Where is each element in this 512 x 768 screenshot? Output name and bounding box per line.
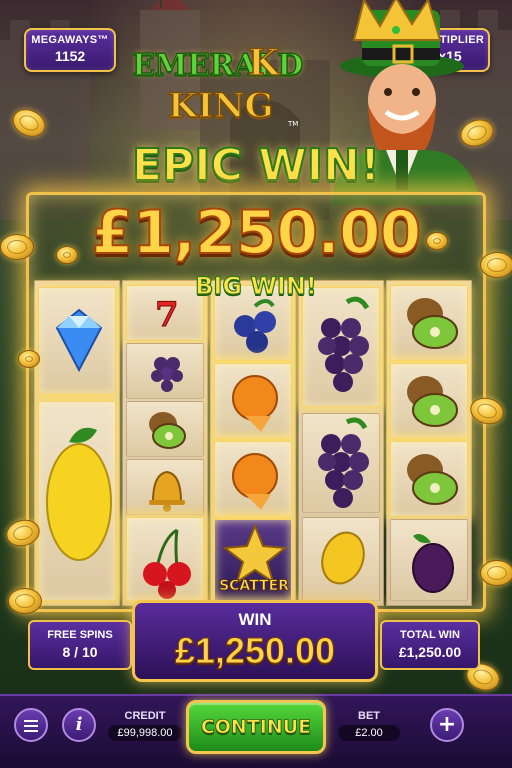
symbol-diamond: [38, 287, 116, 395]
logo-k: K: [247, 41, 280, 85]
menu-icon: [24, 720, 38, 722]
continue-button[interactable]: CONTINUE: [186, 700, 326, 754]
cherries-icon: [143, 528, 191, 599]
symbol-kiwi-2: [390, 363, 468, 439]
free-spins-panel: FREE SPINS 8 / 10: [28, 620, 132, 670]
symbol-cherries: [126, 517, 204, 601]
kiwi-icon: [407, 454, 458, 505]
total-win-panel: TOTAL WIN £1,250.00: [380, 620, 480, 670]
coin-icon: [480, 252, 512, 278]
credit-value: £99,998.00: [108, 725, 182, 741]
credit-label: CREDIT: [124, 710, 166, 722]
bell-icon: [149, 470, 185, 512]
star-icon: [222, 523, 288, 585]
megaways-label: MEGAWAYS™: [31, 34, 109, 46]
game-stage: MEGAWAYS™ 1152 MULTIPLIER x15 EMERALD K …: [0, 0, 512, 768]
lemon-slice-icon: [321, 531, 365, 585]
bet-display: BET £2.00: [338, 710, 400, 741]
grapes-icon: [151, 357, 183, 392]
win-panel: WIN £1,250.00: [132, 600, 378, 682]
grapes-icon: [318, 296, 370, 392]
epic-win-title: EPIC WIN!: [131, 139, 381, 192]
reel-2: 7: [122, 280, 208, 606]
menu-icon: [24, 730, 38, 732]
symbol-grapes-medium: [302, 413, 380, 513]
symbol-lemon: [38, 401, 116, 601]
symbol-bell: [126, 459, 204, 515]
orange-icon: [232, 453, 278, 510]
credit-display: CREDIT £99,998.00: [108, 710, 182, 741]
kiwi-icon: [407, 376, 458, 427]
win-label: WIN: [238, 610, 272, 629]
free-spins-value: 8 / 10: [62, 644, 98, 660]
game-logo: EMERALD K KING TM: [120, 36, 310, 136]
svg-text:7: 7: [155, 295, 179, 335]
menu-button[interactable]: [14, 708, 48, 742]
bet-label: BET: [358, 710, 380, 722]
symbol-kiwi-3: [390, 441, 468, 517]
symbol-plum: [390, 519, 468, 601]
total-win-value: £1,250.00: [398, 644, 462, 660]
coin-icon: [56, 246, 78, 264]
symbol-orange: [214, 363, 292, 439]
increase-bet-button[interactable]: +: [430, 708, 464, 742]
reel-4: [298, 280, 384, 606]
megaways-value: 1152: [54, 48, 86, 64]
symbol-kiwi-small: [126, 401, 204, 457]
coin-icon: [426, 232, 448, 250]
total-win-label: TOTAL WIN: [400, 629, 460, 641]
scatter-label: SCATTER: [219, 578, 290, 595]
bet-value: £2.00: [338, 725, 400, 741]
megaways-panel: MEGAWAYS™ 1152: [24, 28, 116, 72]
symbol-orange-2: [214, 441, 292, 517]
plum-icon: [412, 534, 454, 593]
coin-icon: [480, 560, 512, 586]
reel-5: [386, 280, 472, 606]
logo-trademark: TM: [288, 120, 299, 128]
info-button[interactable]: i: [62, 708, 96, 742]
lemon-icon: [46, 427, 112, 561]
symbol-grapes-small: [126, 343, 204, 399]
reel-3: [210, 280, 296, 606]
win-value: £1,250.00: [174, 630, 336, 672]
coin-icon: [18, 350, 40, 368]
logo-king: KING: [167, 85, 274, 127]
free-spins-label: FREE SPINS: [47, 629, 113, 641]
diamond-icon: [55, 308, 103, 373]
kiwi-icon: [149, 412, 186, 449]
menu-icon: [24, 725, 38, 727]
orange-icon: [232, 375, 278, 432]
coin-icon: [8, 588, 42, 614]
coin-icon: [0, 234, 34, 260]
symbol-grapes-large: [302, 287, 380, 407]
symbol-lemon-slice: [302, 517, 380, 601]
reel-1: [34, 280, 120, 606]
grapes-icon: [318, 417, 369, 508]
big-win-label: BIG WIN!: [195, 271, 318, 300]
